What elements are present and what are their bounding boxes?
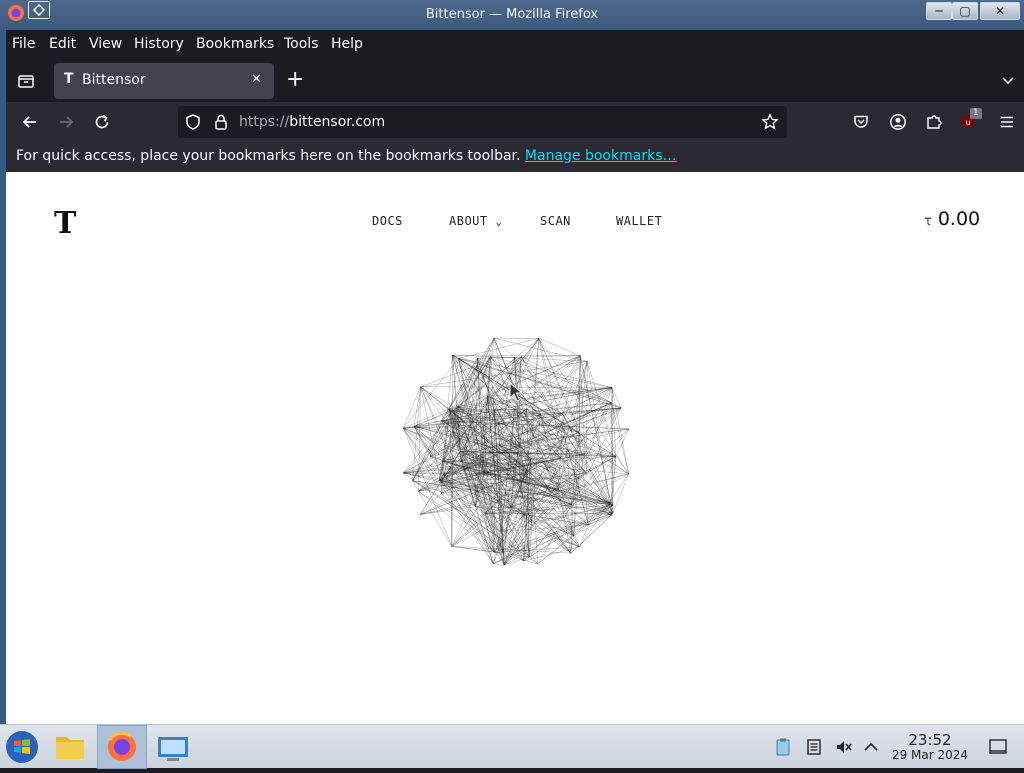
menu-bookmarks[interactable]: Bookmarks — [196, 36, 274, 52]
clock-time: 23:52 — [884, 732, 976, 748]
system-settings-icon — [149, 725, 197, 769]
nav-about-label: ABOUT — [449, 214, 488, 228]
url-protocol: https:// — [239, 114, 289, 130]
system-settings-button[interactable] — [149, 725, 199, 769]
tracking-protection-shield-icon[interactable] — [184, 113, 202, 131]
account-icon[interactable] — [889, 113, 907, 131]
extensions-puzzle-icon[interactable] — [925, 113, 943, 131]
menu-file[interactable]: File — [12, 36, 35, 52]
file-manager-icon — [48, 725, 92, 769]
tao-symbol: τ — [924, 214, 932, 229]
tao-balance: τ 0.00 — [924, 208, 980, 230]
tab-bittensor[interactable]: T Bittensor ✕ — [54, 63, 274, 99]
menu-help[interactable]: Help — [331, 36, 363, 52]
show-desktop-icon[interactable] — [988, 738, 1008, 756]
list-all-tabs-icon[interactable] — [1000, 72, 1016, 88]
menu-edit[interactable]: Edit — [49, 36, 76, 52]
start-menu-button[interactable] — [0, 725, 50, 769]
page-content: T DOCS ABOUT ⌄ SCAN WALLET τ 0.00 — [6, 172, 1024, 724]
chevron-down-icon: ⌄ — [495, 215, 502, 228]
window-border — [0, 30, 6, 724]
file-manager-button[interactable] — [48, 725, 98, 769]
back-button[interactable] — [20, 112, 40, 132]
forward-button[interactable] — [56, 112, 76, 132]
taskbar: 23:52 29 Mar 2024 — [0, 724, 1024, 768]
nav-docs-link[interactable]: DOCS — [372, 214, 403, 228]
ublock-origin-icon[interactable]: u 1 — [960, 112, 982, 132]
nav-about-link[interactable]: ABOUT ⌄ — [449, 214, 502, 228]
bookmarks-toolbar: For quick access, place your bookmarks h… — [6, 142, 1024, 172]
url-text[interactable]: https://bittensor.com — [239, 114, 385, 130]
hamburger-menu-icon[interactable] — [998, 113, 1016, 131]
forward-arrow-icon — [56, 112, 76, 132]
close-icon: ✕ — [995, 4, 1005, 18]
nav-wallet-link[interactable]: WALLET — [616, 214, 662, 228]
new-tab-button[interactable]: + — [286, 67, 304, 92]
notes-tray-icon[interactable] — [805, 738, 823, 756]
minimize-icon: ─ — [935, 4, 942, 18]
navigation-toolbar: https://bittensor.com u 1 — [6, 102, 1024, 142]
window-title: Bittensor — Mozilla Firefox — [0, 7, 1024, 22]
reload-icon — [92, 112, 112, 132]
minimize-button[interactable]: ─ — [926, 2, 952, 20]
menu-bar: File Edit View History Bookmarks Tools H… — [6, 30, 1024, 60]
maximize-button[interactable]: ▢ — [952, 2, 978, 20]
menu-tools[interactable]: Tools — [284, 36, 319, 52]
network-sphere-graphic — [394, 327, 638, 575]
menu-history[interactable]: History — [134, 36, 184, 52]
tab-favicon-icon: T — [64, 71, 74, 87]
clipboard-tray-icon[interactable] — [773, 737, 793, 757]
lock-icon[interactable] — [213, 113, 229, 131]
menu-view[interactable]: View — [89, 36, 122, 52]
chevron-up-icon[interactable] — [862, 738, 880, 756]
tab-close-icon[interactable]: ✕ — [251, 72, 262, 87]
firefox-taskbar-button[interactable] — [97, 725, 147, 769]
clock-date: 29 Mar 2024 — [884, 748, 976, 762]
url-bar[interactable]: https://bittensor.com — [178, 106, 787, 138]
tab-label: Bittensor — [82, 72, 146, 88]
firefox-view-icon[interactable] — [16, 71, 36, 91]
start-menu-icon — [0, 725, 44, 769]
back-arrow-icon — [20, 112, 40, 132]
window-titlebar: Bittensor — Mozilla Firefox ─ ▢ ✕ — [0, 0, 1024, 30]
reload-button[interactable] — [92, 112, 112, 132]
maximize-icon: ▢ — [959, 4, 970, 18]
bittensor-logo[interactable]: T — [54, 206, 76, 241]
balance-value: 0.00 — [938, 208, 980, 230]
manage-bookmarks-link[interactable]: Manage bookmarks… — [525, 148, 677, 164]
tab-strip: T Bittensor ✕ + — [6, 60, 1024, 102]
svg-text:u: u — [966, 118, 971, 127]
firefox-icon — [98, 726, 146, 768]
extension-badge-count: 1 — [970, 108, 982, 119]
taskbar-clock[interactable]: 23:52 29 Mar 2024 — [884, 732, 976, 762]
mouse-cursor-icon — [509, 382, 523, 402]
close-button[interactable]: ✕ — [980, 2, 1020, 20]
pocket-icon[interactable] — [852, 113, 870, 131]
bookmark-star-icon[interactable] — [761, 113, 779, 131]
volume-muted-icon[interactable] — [834, 737, 854, 757]
bookmarks-hint-text: For quick access, place your bookmarks h… — [16, 148, 520, 164]
url-host: bittensor.com — [289, 114, 385, 130]
nav-scan-link[interactable]: SCAN — [540, 214, 571, 228]
